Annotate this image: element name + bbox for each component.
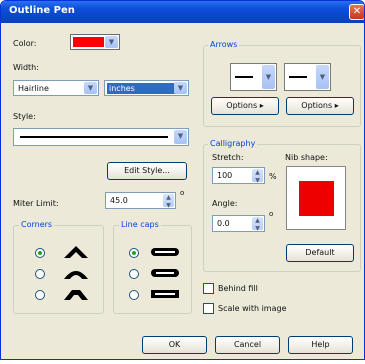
title-bar: Outline Pen ✕ [1, 1, 364, 23]
bevel-corner-icon [64, 290, 88, 300]
behind-fill-checkbox[interactable] [203, 283, 214, 294]
angle-spinner[interactable]: 0.0 ▲ ▼ [212, 215, 265, 232]
scale-with-image-label: Scale with image [218, 304, 287, 313]
arrow-options-start-button[interactable]: Options ▸ [211, 97, 279, 115]
miter-limit-label: Miter Limit: [13, 199, 59, 208]
miter-limit-value: 45.0 [110, 196, 128, 205]
chevron-down-icon: ▼ [174, 130, 187, 144]
stretch-value: 100 [217, 171, 233, 180]
cap-round-radio[interactable] [129, 269, 139, 279]
corners-title: Corners [19, 220, 55, 229]
angle-label: Angle: [212, 199, 238, 208]
color-picker[interactable]: ▼ [70, 34, 120, 50]
style-label: Style: [13, 112, 36, 121]
cap-square-radio[interactable] [129, 290, 139, 300]
chevron-down-icon: ▼ [84, 82, 97, 94]
menu-arrow-icon: ▸ [259, 101, 264, 110]
spin-arrows-icon[interactable]: ▲ ▼ [163, 194, 174, 209]
chevron-down-icon: ▼ [174, 82, 187, 94]
angle-degree-symbol: o [269, 210, 274, 218]
round-corner-icon [64, 271, 88, 279]
edit-style-button[interactable]: Edit Style... [107, 162, 187, 180]
corner-bevel-radio[interactable] [35, 290, 45, 300]
nib-shape-square [299, 181, 334, 216]
nib-shape-label: Nib shape: [285, 153, 328, 162]
corner-miter-radio[interactable] [35, 248, 45, 258]
corner-round-radio[interactable] [35, 269, 45, 279]
dialog-title: Outline Pen [9, 5, 75, 16]
stretch-label: Stretch: [212, 153, 244, 162]
round-cap-icon [151, 269, 179, 277]
chevron-down-icon: ▼ [105, 36, 118, 48]
outline-pen-dialog: Outline Pen ✕ Color: ▼ Width: Hairline ▼… [0, 0, 365, 360]
stretch-spinner[interactable]: 100 ▲ ▼ [212, 167, 265, 184]
scale-with-image-checkbox[interactable] [203, 303, 214, 314]
square-cap-icon [151, 290, 179, 298]
corners-group [13, 225, 104, 314]
menu-arrow-icon: ▸ [334, 101, 339, 110]
arrow-options-end-button[interactable]: Options ▸ [286, 97, 354, 115]
chevron-down-icon: ▼ [316, 65, 329, 89]
help-button[interactable]: Help [288, 336, 353, 354]
cancel-button[interactable]: Cancel [215, 336, 280, 354]
arrows-title: Arrows [208, 40, 240, 49]
spin-arrows-icon[interactable]: ▲ ▼ [252, 169, 263, 184]
miter-limit-spinner[interactable]: 45.0 ▲ ▼ [105, 192, 176, 209]
width-label: Width: [13, 63, 39, 72]
width-units-value: inches [107, 83, 175, 94]
miter-corner-icon [64, 246, 88, 258]
default-button[interactable]: Default [286, 244, 354, 262]
end-arrow-preview [289, 76, 307, 78]
width-size-select[interactable]: Hairline ▼ [13, 80, 99, 96]
style-select[interactable]: ▼ [13, 128, 189, 146]
stretch-percent: % [269, 172, 277, 181]
calligraphy-title: Calligraphy [208, 139, 258, 148]
degree-symbol: o [180, 189, 185, 197]
color-swatch [73, 37, 104, 47]
behind-fill-label: Behind fill [218, 284, 258, 293]
chevron-down-icon: ▼ [262, 65, 275, 89]
nib-shape-preview[interactable] [286, 166, 346, 230]
end-arrow-select[interactable]: ▼ [284, 63, 331, 91]
start-arrow-select[interactable]: ▼ [230, 63, 277, 91]
angle-value: 0.0 [217, 219, 230, 228]
start-arrow-preview [235, 76, 253, 78]
line-caps-title: Line caps [119, 220, 161, 229]
color-label: Color: [13, 39, 37, 48]
ok-button[interactable]: OK [142, 336, 207, 354]
width-size-value: Hairline [18, 84, 49, 93]
butt-cap-icon [151, 248, 179, 256]
style-line-preview [20, 136, 168, 138]
close-button[interactable]: ✕ [349, 4, 364, 20]
cap-butt-radio[interactable] [129, 248, 139, 258]
spin-arrows-icon[interactable]: ▲ ▼ [252, 217, 263, 232]
width-units-select[interactable]: inches ▼ [104, 80, 189, 96]
